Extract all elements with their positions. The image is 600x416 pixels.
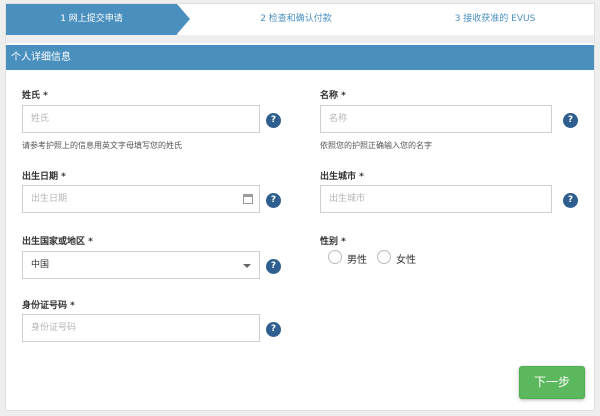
- chevron-down-icon: [243, 264, 251, 268]
- progress-stepper: 1 网上提交申请 2 检查和确认付款 3 接收获准的 EVUS: [6, 4, 594, 35]
- id-number-input[interactable]: 身份证号码: [22, 314, 260, 342]
- given-name-input[interactable]: 名称: [320, 105, 552, 133]
- gender-label: 性别 *: [320, 237, 346, 247]
- given-name-label: 名称 *: [320, 91, 346, 101]
- birth-country-help-icon[interactable]: ?: [266, 259, 281, 274]
- stepper-divider: [6, 35, 594, 43]
- surname-help-icon[interactable]: ?: [266, 113, 281, 128]
- gender-male-label[interactable]: 男性: [347, 251, 367, 266]
- id-number-label: 身份证号码 *: [22, 301, 75, 311]
- section-title: 个人详细信息: [6, 45, 594, 70]
- active-step-arrow: [177, 4, 190, 34]
- birth-date-placeholder: 出生日期: [31, 194, 68, 204]
- birth-date-input[interactable]: 出生日期: [22, 185, 260, 213]
- birth-country-select[interactable]: 中国: [22, 251, 260, 279]
- step-submit-application: 1 网上提交申请: [6, 4, 177, 35]
- birth-country-label: 出生国家或地区 *: [22, 237, 93, 247]
- id-number-help-icon[interactable]: ?: [266, 322, 281, 337]
- next-step-button[interactable]: 下一步: [519, 366, 585, 399]
- gender-male-radio[interactable]: [328, 250, 342, 264]
- gender-female-label[interactable]: 女性: [396, 251, 416, 266]
- application-form-card: 1 网上提交申请 2 检查和确认付款 3 接收获准的 EVUS 个人详细信息 姓…: [5, 3, 595, 411]
- calendar-icon[interactable]: [243, 194, 253, 204]
- given-name-hint: 依照您的护照正确输入您的名字: [320, 141, 432, 150]
- birth-country-value: 中国: [31, 260, 50, 270]
- surname-input[interactable]: 姓氏: [22, 105, 260, 133]
- gender-female-radio[interactable]: [377, 250, 391, 264]
- birth-city-input[interactable]: 出生城市: [320, 185, 552, 213]
- surname-hint: 请参考护照上的信息用英文字母填写您的姓氏: [22, 141, 182, 150]
- given-name-help-icon[interactable]: ?: [563, 113, 578, 128]
- step-receive-evus: 3 接收获准的 EVUS: [454, 14, 536, 24]
- birth-date-help-icon[interactable]: ?: [266, 193, 281, 208]
- step-review-payment: 2 检查和确认付款: [260, 14, 332, 24]
- birth-date-label: 出生日期 *: [22, 172, 66, 182]
- surname-label: 姓氏 *: [22, 91, 48, 101]
- birth-city-help-icon[interactable]: ?: [563, 193, 578, 208]
- birth-city-label: 出生城市 *: [320, 172, 364, 182]
